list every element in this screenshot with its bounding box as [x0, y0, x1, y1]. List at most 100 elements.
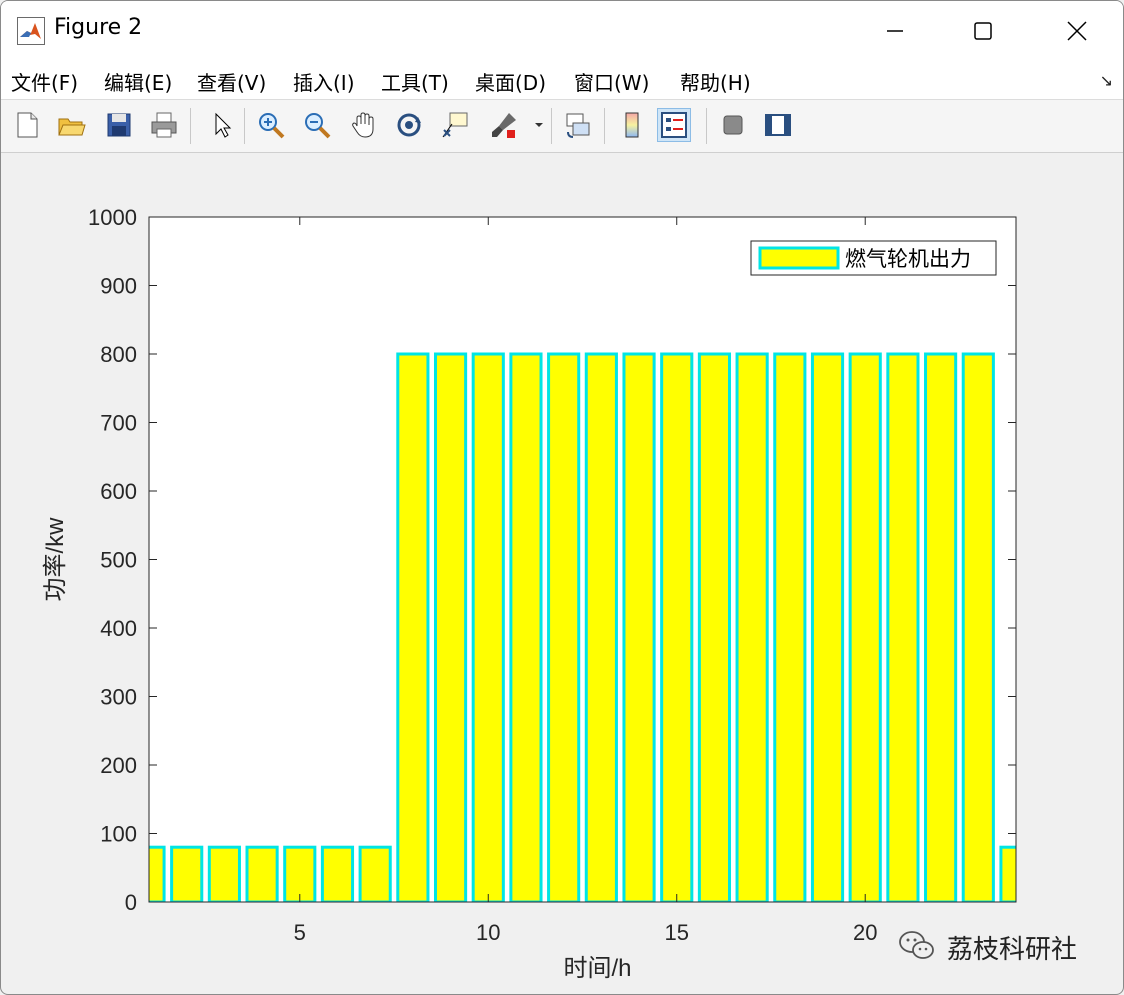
plot-background: [149, 217, 1016, 902]
pointer-icon: [215, 112, 232, 138]
data-cursor-icon: [442, 112, 468, 138]
menu-help[interactable]: 帮助(H): [680, 67, 751, 96]
zoom-in-button[interactable]: [254, 108, 288, 142]
open-button[interactable]: [54, 108, 88, 142]
legend-button[interactable]: [657, 108, 691, 142]
toolbar-separator: [190, 108, 191, 144]
bar: [509, 352, 543, 902]
bar: [207, 845, 241, 902]
zoom-in-icon: [259, 113, 285, 139]
close-button[interactable]: [1031, 1, 1123, 61]
colorbar-button[interactable]: [615, 108, 649, 142]
bar: [924, 352, 958, 902]
maximize-button[interactable]: [937, 1, 1029, 61]
toolbar-separator: [244, 108, 245, 144]
y-tick-label: 200: [100, 753, 137, 778]
bar: [320, 845, 355, 902]
pointer-button[interactable]: [204, 108, 238, 142]
brush-dropdown[interactable]: [531, 108, 547, 142]
bar: [471, 352, 505, 902]
menu-bar: 文件(F) 编辑(E) 查看(V) 插入(I) 工具(T) 桌面(D) 窗口(W…: [1, 61, 1123, 100]
bar: [358, 845, 392, 902]
toolbar-separator: [706, 108, 707, 144]
new-file-button[interactable]: [10, 108, 44, 142]
bar: [961, 352, 995, 902]
bar: [547, 352, 581, 902]
watermark-text: 荔枝科研社: [947, 935, 1078, 965]
legend-swatch: [758, 246, 840, 270]
new-file-icon: [17, 112, 38, 138]
toolbar-separator: [551, 108, 552, 144]
hide-plot-tools-button[interactable]: [716, 108, 750, 142]
link-plot-icon: [566, 113, 590, 138]
y-tick-label: 600: [100, 479, 137, 504]
bar: [584, 352, 618, 902]
y-tick-label: 0: [125, 890, 137, 915]
save-icon: [107, 113, 131, 137]
legend-label: 燃气轮机出力: [845, 248, 971, 271]
close-icon: [1067, 21, 1087, 41]
data-cursor-button[interactable]: [438, 108, 472, 142]
title-bar: Figure 2: [1, 1, 1123, 61]
bar: [245, 845, 279, 902]
save-button[interactable]: [102, 108, 136, 142]
y-tick-label: 100: [100, 822, 137, 847]
menu-window[interactable]: 窗口(W): [574, 67, 649, 96]
bar: [848, 352, 882, 902]
bar: [433, 352, 468, 902]
figure-toolbar: [1, 100, 1123, 153]
link-plot-button[interactable]: [561, 108, 595, 142]
pan-hand-icon: [352, 112, 374, 138]
bar: [660, 352, 694, 902]
menu-file[interactable]: 文件(F): [11, 67, 78, 96]
minimize-button[interactable]: [849, 1, 941, 61]
hide-plot-tools-icon: [723, 115, 743, 135]
print-button[interactable]: [147, 108, 181, 142]
figure-canvas: 0 100 200 300 400 500 600 700 800 900 1000 5 10 15 20 时…: [1, 153, 1123, 994]
print-icon: [151, 112, 177, 138]
y-tick-label: 700: [100, 411, 137, 436]
legend-icon: [661, 112, 687, 138]
y-tick-label: 800: [100, 342, 137, 367]
y-axis-label: 功率/kw: [42, 517, 69, 602]
rotate-3d-icon: [397, 113, 421, 137]
y-tick-label: 300: [100, 685, 137, 710]
show-plot-tools-button[interactable]: [761, 108, 795, 142]
x-axis-label: 时间/h: [563, 955, 631, 982]
bar: [283, 845, 317, 902]
bar: [735, 352, 769, 902]
x-tick-label: 5: [294, 920, 306, 945]
show-plot-tools-icon: [765, 114, 791, 136]
toolbar-separator: [604, 108, 605, 144]
bar: [396, 352, 430, 902]
menu-view[interactable]: 查看(V): [197, 67, 266, 96]
dock-arrow-icon[interactable]: ↘: [1100, 71, 1113, 90]
bar-chart[interactable]: 0 100 200 300 400 500 600 700 800 900 1000 5 10 15 20 时…: [1, 153, 1123, 994]
chevron-down-icon: [535, 123, 543, 127]
bar: [773, 352, 807, 902]
y-tick-label: 500: [100, 548, 137, 573]
rotate-button[interactable]: [392, 108, 426, 142]
brush-icon: [492, 113, 516, 138]
menu-insert[interactable]: 插入(I): [293, 67, 355, 96]
open-folder-icon: [58, 118, 86, 136]
bar: [810, 352, 845, 902]
maximize-icon: [974, 22, 992, 40]
x-tick-label: 15: [664, 920, 688, 945]
x-tick-label: 10: [476, 920, 500, 945]
y-tick-label: 900: [100, 274, 137, 299]
matlab-icon: [17, 17, 45, 45]
menu-tools[interactable]: 工具(T): [381, 67, 449, 96]
colorbar-icon: [625, 112, 639, 138]
bar: [170, 845, 204, 902]
menu-edit[interactable]: 编辑(E): [104, 67, 172, 96]
brush-button[interactable]: [487, 108, 521, 142]
minimize-icon: [887, 30, 903, 32]
bar: [697, 352, 732, 902]
menu-desktop[interactable]: 桌面(D): [475, 67, 546, 96]
x-tick-label: 20: [853, 920, 877, 945]
figure-window: Figure 2 文件(F) 编辑(E) 查看(V) 插入(I) 工具(T) 桌…: [0, 0, 1124, 995]
wechat-icon: [899, 931, 934, 959]
zoom-out-button[interactable]: [300, 108, 334, 142]
pan-button[interactable]: [347, 108, 381, 142]
